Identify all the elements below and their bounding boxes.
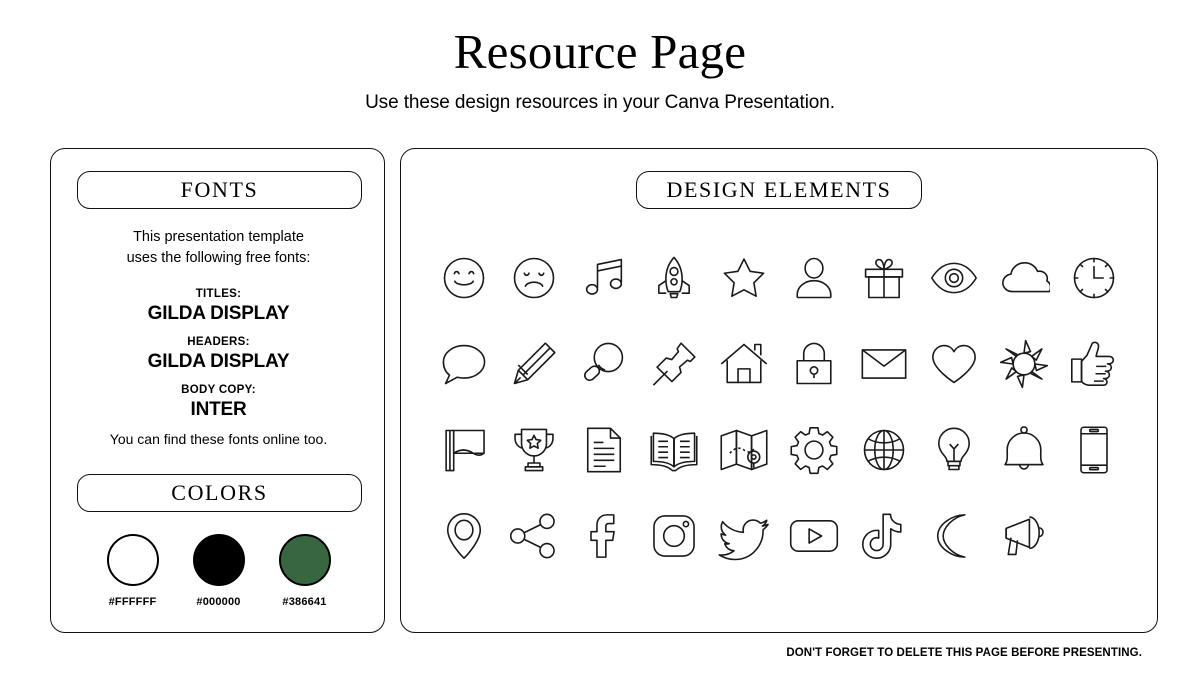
location-pin-icon[interactable] <box>434 506 494 566</box>
color-swatch-black: #000000 <box>187 534 251 608</box>
youtube-icon[interactable] <box>784 506 844 566</box>
tiktok-icon[interactable] <box>854 506 914 566</box>
color-hex-label: #386641 <box>282 596 327 608</box>
sun-icon[interactable] <box>994 334 1054 394</box>
megaphone-icon[interactable] <box>994 506 1054 566</box>
open-book-icon[interactable] <box>644 420 704 480</box>
fonts-section-header: FONTS <box>77 171 362 209</box>
heart-icon[interactable] <box>924 334 984 394</box>
design-elements-panel: DESIGN ELEMENTS <box>400 148 1158 633</box>
fonts-outro-text: You can find these fonts online too. <box>109 431 328 447</box>
facebook-icon[interactable] <box>574 506 634 566</box>
clock-icon[interactable] <box>1064 248 1124 308</box>
page-title: Resource Page <box>453 24 747 79</box>
rocket-icon[interactable] <box>644 248 704 308</box>
design-elements-label: DESIGN ELEMENTS <box>666 177 892 202</box>
color-hex-label: #000000 <box>196 596 241 608</box>
document-icon[interactable] <box>574 420 634 480</box>
cloud-icon[interactable] <box>994 248 1054 308</box>
color-dot <box>192 534 245 586</box>
smiley-face-icon[interactable] <box>434 248 494 308</box>
music-note-icon[interactable] <box>574 248 634 308</box>
font-name-label: INTER <box>190 398 247 420</box>
pushpin-icon[interactable] <box>644 334 704 394</box>
lock-icon[interactable] <box>784 334 844 394</box>
thumbs-up-icon[interactable] <box>1064 334 1124 394</box>
color-dot <box>278 534 331 586</box>
font-group-headers: HEADERS: GILDA DISPLAY <box>51 335 386 374</box>
lightbulb-icon[interactable] <box>924 420 984 480</box>
bell-icon[interactable] <box>994 420 1054 480</box>
design-elements-grid <box>429 235 1129 579</box>
gear-icon[interactable] <box>784 420 844 480</box>
speech-bubble-icon[interactable] <box>434 334 494 394</box>
envelope-icon[interactable] <box>854 334 914 394</box>
font-role-label: BODY COPY: <box>181 384 256 396</box>
font-name-label: GILDA DISPLAY <box>147 350 290 372</box>
color-swatch-green: #386641 <box>273 534 337 608</box>
sad-face-icon[interactable] <box>504 248 564 308</box>
moon-icon[interactable] <box>924 506 984 566</box>
fonts-intro-text: This presentation template uses the foll… <box>126 229 311 266</box>
delete-page-reminder: DON'T FORGET TO DELETE THIS PAGE BEFORE … <box>786 647 1142 659</box>
font-role-label: TITLES: <box>195 288 242 300</box>
font-group-titles: TITLES: GILDA DISPLAY <box>51 287 386 326</box>
color-dot <box>106 534 159 586</box>
trophy-icon[interactable] <box>504 420 564 480</box>
map-icon[interactable] <box>714 420 774 480</box>
share-icon[interactable] <box>504 506 564 566</box>
instagram-icon[interactable] <box>644 506 704 566</box>
design-elements-header: DESIGN ELEMENTS <box>636 171 922 209</box>
fonts-and-colors-panel: FONTS This presentation template uses th… <box>50 148 385 633</box>
font-role-label: HEADERS: <box>187 336 250 348</box>
font-name-label: GILDA DISPLAY <box>147 302 290 324</box>
eye-icon[interactable] <box>924 248 984 308</box>
pencil-icon[interactable] <box>504 334 564 394</box>
colors-section-header: COLORS <box>77 474 362 512</box>
house-icon[interactable] <box>714 334 774 394</box>
person-icon[interactable] <box>784 248 844 308</box>
color-swatch-white: #FFFFFF <box>101 534 165 608</box>
phone-icon[interactable] <box>1064 420 1124 480</box>
color-hex-label: #FFFFFF <box>108 596 157 608</box>
font-group-body-copy: BODY COPY: INTER <box>51 383 386 422</box>
colors-section-label: COLORS <box>171 480 268 505</box>
magnifying-glass-icon[interactable] <box>574 334 634 394</box>
flag-icon[interactable] <box>434 420 494 480</box>
color-swatch-row: #FFFFFF #000000 #386641 <box>51 534 386 608</box>
twitter-icon[interactable] <box>714 506 774 566</box>
page-subtitle: Use these design resources in your Canva… <box>365 92 835 113</box>
fonts-section-label: FONTS <box>180 177 259 202</box>
star-icon[interactable] <box>714 248 774 308</box>
resource-page: Resource Page Use these design resources… <box>0 0 1200 675</box>
globe-icon[interactable] <box>854 420 914 480</box>
gift-icon[interactable] <box>854 248 914 308</box>
